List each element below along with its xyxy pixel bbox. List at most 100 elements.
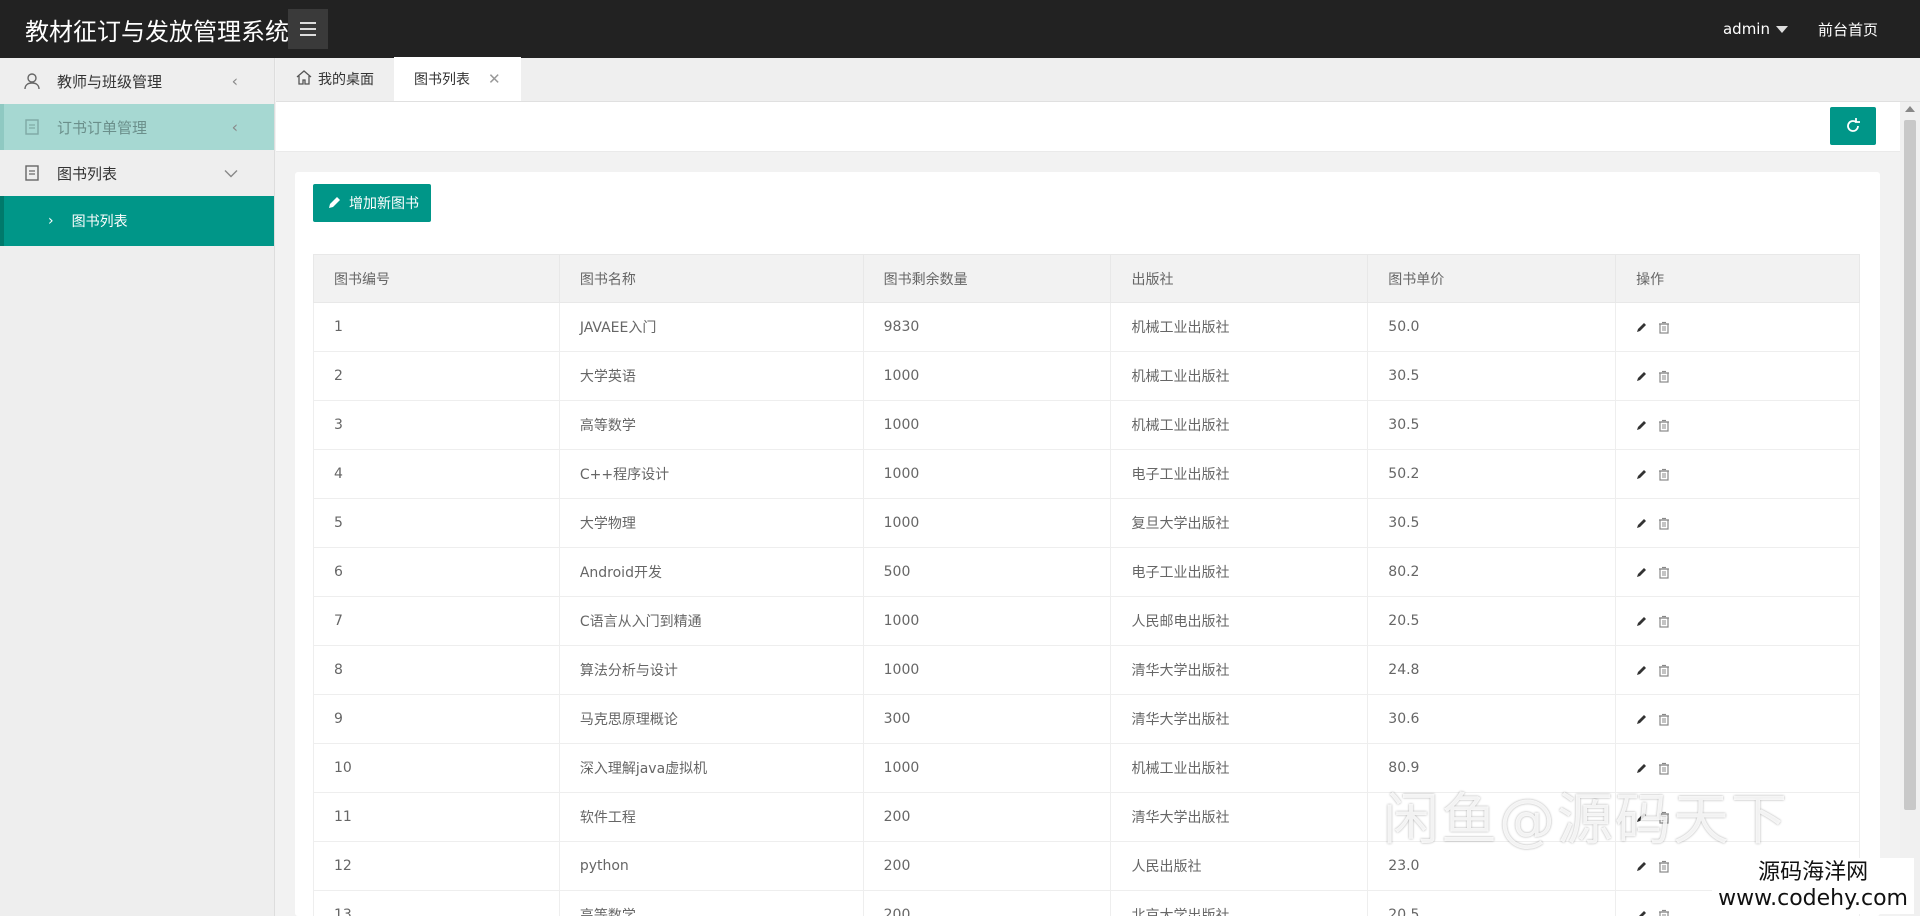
cell-qty: 1000 [862, 351, 1112, 401]
front-page-link[interactable]: 前台首页 [1818, 19, 1878, 40]
cell-name: 大学英语 [558, 351, 864, 401]
close-icon[interactable]: ✕ [488, 70, 501, 88]
app-title: 教材征订与发放管理系统 [25, 17, 289, 46]
edit-icon[interactable] [1636, 713, 1648, 725]
cell-name: JAVAEE入门 [558, 302, 864, 352]
edit-icon[interactable] [1636, 517, 1648, 529]
tab-label: 我的桌面 [318, 72, 374, 88]
table-row: 4 C++程序设计 1000 电子工业出版社 50.2 [313, 449, 1860, 499]
row-actions [1636, 566, 1859, 579]
cell-id: 4 [313, 449, 560, 499]
table-row: 7 C语言从入门到精通 1000 人民邮电出版社 20.5 [313, 596, 1860, 646]
cell-publisher: 电子工业出版社 [1110, 449, 1369, 499]
vertical-scrollbar[interactable] [1900, 102, 1920, 916]
cell-publisher: 复旦大学出版社 [1110, 498, 1369, 548]
cell-qty: 200 [862, 792, 1112, 842]
scroll-up-icon[interactable] [1905, 106, 1915, 112]
sidebar-item-label: 订书订单管理 [57, 118, 148, 137]
table-row: 9 马克思原理概论 300 清华大学出版社 30.6 [313, 694, 1860, 744]
cell-id: 3 [313, 400, 560, 450]
cell-price: 30.5 [1367, 400, 1617, 450]
cell-qty: 300 [862, 694, 1112, 744]
tab-label: 图书列表 [414, 72, 470, 88]
sidebar-subitem-book-list[interactable]: › 图书列表 [0, 196, 274, 246]
user-name: admin [1722, 20, 1770, 38]
cell-ops [1615, 498, 1860, 548]
row-actions [1636, 468, 1859, 481]
edit-icon[interactable] [1636, 909, 1648, 916]
row-actions [1636, 419, 1859, 432]
edit-icon[interactable] [1636, 419, 1648, 431]
sidebar-item-label: 教师与班级管理 [57, 72, 163, 91]
menu-toggle-button[interactable] [288, 9, 328, 49]
edit-icon[interactable] [1636, 762, 1648, 774]
cell-publisher: 机械工业出版社 [1110, 351, 1369, 401]
cell-publisher: 北京大学出版社 [1110, 890, 1369, 916]
trash-icon[interactable] [1658, 370, 1670, 383]
trash-icon[interactable] [1658, 762, 1670, 775]
header-right: admin 前台首页 [1723, 0, 1878, 58]
cell-price: 50.2 [1367, 449, 1617, 499]
edit-icon[interactable] [1636, 664, 1648, 676]
home-icon [296, 69, 312, 89]
edit-icon[interactable] [1636, 468, 1648, 480]
sidebar-item-book-list[interactable]: 图书列表 [0, 150, 274, 196]
edit-icon[interactable] [1636, 370, 1648, 382]
trash-icon[interactable] [1658, 517, 1670, 530]
edit-icon[interactable] [1636, 615, 1648, 627]
refresh-button[interactable] [1830, 107, 1876, 145]
tab-desktop[interactable]: 我的桌面 [276, 57, 394, 101]
row-actions [1636, 370, 1859, 383]
cell-publisher: 人民邮电出版社 [1110, 596, 1369, 646]
trash-icon[interactable] [1658, 419, 1670, 432]
trash-icon[interactable] [1658, 566, 1670, 579]
cell-publisher: 机械工业出版社 [1110, 302, 1369, 352]
cell-ops [1615, 449, 1860, 499]
table-row: 8 算法分析与设计 1000 清华大学出版社 24.8 [313, 645, 1860, 695]
trash-icon[interactable] [1658, 468, 1670, 481]
trash-icon[interactable] [1658, 664, 1670, 677]
add-book-button[interactable]: 增加新图书 [313, 184, 431, 222]
sidebar: 教师与班级管理 ‹ 订书订单管理 ‹ 图书列表 › 图书列表 [0, 58, 275, 916]
trash-icon[interactable] [1658, 321, 1670, 334]
user-dropdown[interactable]: admin [1723, 20, 1788, 38]
cell-price: 30.5 [1367, 498, 1617, 548]
sidebar-item-order[interactable]: 订书订单管理 ‹ [0, 104, 274, 150]
cell-id: 5 [313, 498, 560, 548]
trash-icon[interactable] [1658, 860, 1670, 873]
row-actions [1636, 517, 1859, 530]
sidebar-item-teacher-class[interactable]: 教师与班级管理 ‹ [0, 58, 274, 104]
watermark-text: 闲鱼@源码天下 [1383, 788, 1789, 853]
trash-icon[interactable] [1658, 615, 1670, 628]
cell-name: C++程序设计 [558, 449, 864, 499]
cell-name: 高等数学 [558, 400, 864, 450]
cell-price: 30.5 [1367, 351, 1617, 401]
edit-icon[interactable] [1636, 860, 1648, 872]
sidebar-item-label: 图书列表 [57, 164, 118, 183]
cell-publisher: 机械工业出版社 [1110, 400, 1369, 450]
cell-qty: 1000 [862, 449, 1112, 499]
cell-ops [1615, 596, 1860, 646]
tab-bar: 我的桌面 图书列表 ✕ [276, 57, 1920, 102]
trash-icon[interactable] [1658, 909, 1670, 916]
cell-qty: 1000 [862, 743, 1112, 793]
table-row: 6 Android开发 500 电子工业出版社 80.2 [313, 547, 1860, 597]
chevron-left-icon: ‹ [231, 117, 238, 137]
cell-ops [1615, 547, 1860, 597]
tab-book-list[interactable]: 图书列表 ✕ [394, 57, 521, 101]
row-actions [1636, 664, 1859, 677]
watermark-line: www.codehy.com [1718, 886, 1908, 911]
trash-icon[interactable] [1658, 713, 1670, 726]
cell-qty: 1000 [862, 400, 1112, 450]
cell-name: 大学物理 [558, 498, 864, 548]
edit-icon[interactable] [1636, 566, 1648, 578]
edit-icon[interactable] [1636, 321, 1648, 333]
cell-price: 24.8 [1367, 645, 1617, 695]
cell-name: 软件工程 [558, 792, 864, 842]
cell-name: 深入理解java虚拟机 [558, 743, 864, 793]
cell-price: 50.0 [1367, 302, 1617, 352]
scrollbar-thumb[interactable] [1904, 120, 1916, 810]
hamburger-icon [300, 20, 316, 38]
watermark-line: 源码海洋网 [1758, 860, 1869, 885]
row-actions [1636, 762, 1859, 775]
